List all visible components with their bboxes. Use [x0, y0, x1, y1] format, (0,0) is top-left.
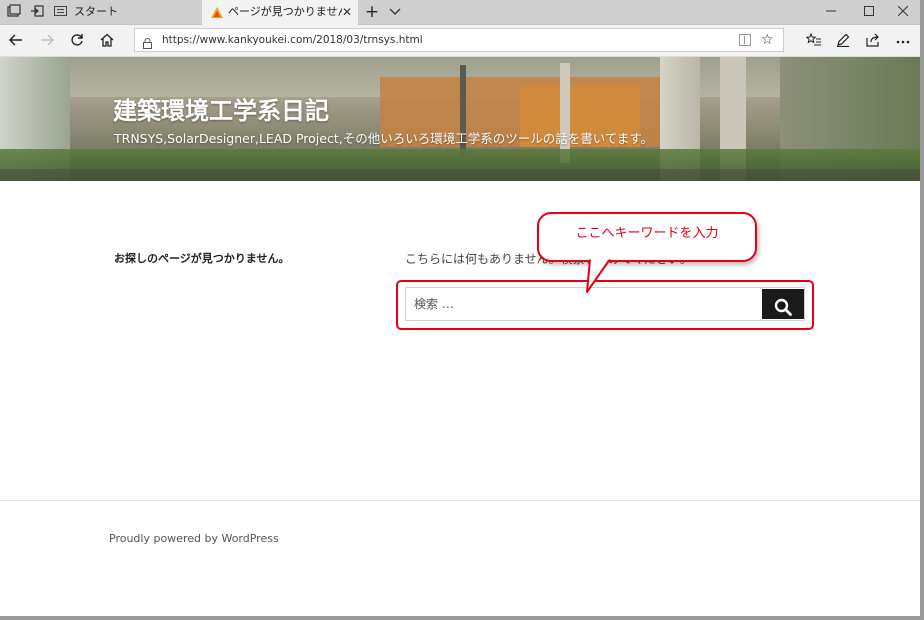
- share-icon[interactable]: [862, 29, 884, 51]
- favorites-hub-icon[interactable]: [803, 29, 825, 51]
- tab-bar: スタート ページが見つかりませんでし ✕ +: [0, 0, 920, 25]
- tab-start-label: スタート: [74, 5, 118, 18]
- navigation-bar: https://www.kankyoukei.com/2018/03/trnsy…: [0, 25, 920, 57]
- reading-view-icon[interactable]: [739, 34, 751, 46]
- site-title[interactable]: 建築環境工学系日記: [113, 91, 329, 126]
- footer-credit[interactable]: Proudly powered by WordPress: [109, 532, 279, 545]
- tab-start[interactable]: スタート: [52, 0, 200, 24]
- chevron-down-icon[interactable]: [384, 0, 406, 24]
- window-edge-bottom: [0, 616, 924, 620]
- refresh-icon[interactable]: [66, 29, 88, 51]
- callout-text: ここへキーワードを入力: [575, 226, 719, 241]
- back-arrow-icon[interactable]: [5, 29, 27, 51]
- set-aside-tabs-icon[interactable]: [29, 4, 45, 20]
- start-page-icon: [54, 6, 67, 16]
- window-edge-right: [920, 0, 924, 620]
- web-page: 建築環境工学系日記 TRNSYS,SolarDesigner,LEAD Proj…: [0, 57, 920, 620]
- callout-annotation: ここへキーワードを入力: [537, 212, 757, 262]
- address-url[interactable]: https://www.kankyoukei.com/2018/03/trnsy…: [162, 29, 423, 51]
- new-tab-icon[interactable]: +: [362, 0, 382, 24]
- forward-arrow-icon[interactable]: [36, 29, 58, 51]
- search-button[interactable]: [762, 289, 804, 319]
- search-input[interactable]: [406, 288, 760, 320]
- site-description: TRNSYS,SolarDesigner,LEAD Project,その他いろい…: [114, 131, 653, 146]
- tab-preview-icon[interactable]: [6, 4, 22, 20]
- window-close-icon[interactable]: [880, 0, 924, 24]
- favorite-star-icon[interactable]: ☆: [761, 29, 774, 51]
- more-icon[interactable]: [892, 29, 914, 51]
- search-icon: [774, 298, 792, 316]
- page-title: お探しのページが見つかりません。: [114, 252, 290, 265]
- tab-active[interactable]: ページが見つかりませんでし ✕: [202, 0, 358, 25]
- callout-pointer: [586, 258, 611, 293]
- close-tab-icon[interactable]: ✕: [342, 0, 352, 24]
- tab-active-label: ページが見つかりませんでし: [228, 5, 342, 18]
- lock-icon[interactable]: [143, 34, 152, 49]
- site-header-image: 建築環境工学系日記 TRNSYS,SolarDesigner,LEAD Proj…: [0, 57, 920, 181]
- home-icon[interactable]: [96, 29, 118, 51]
- site-favicon-icon: [210, 5, 224, 19]
- footer-divider: [0, 500, 920, 501]
- address-bar[interactable]: https://www.kankyoukei.com/2018/03/trnsy…: [134, 28, 784, 52]
- pen-icon[interactable]: [832, 29, 854, 51]
